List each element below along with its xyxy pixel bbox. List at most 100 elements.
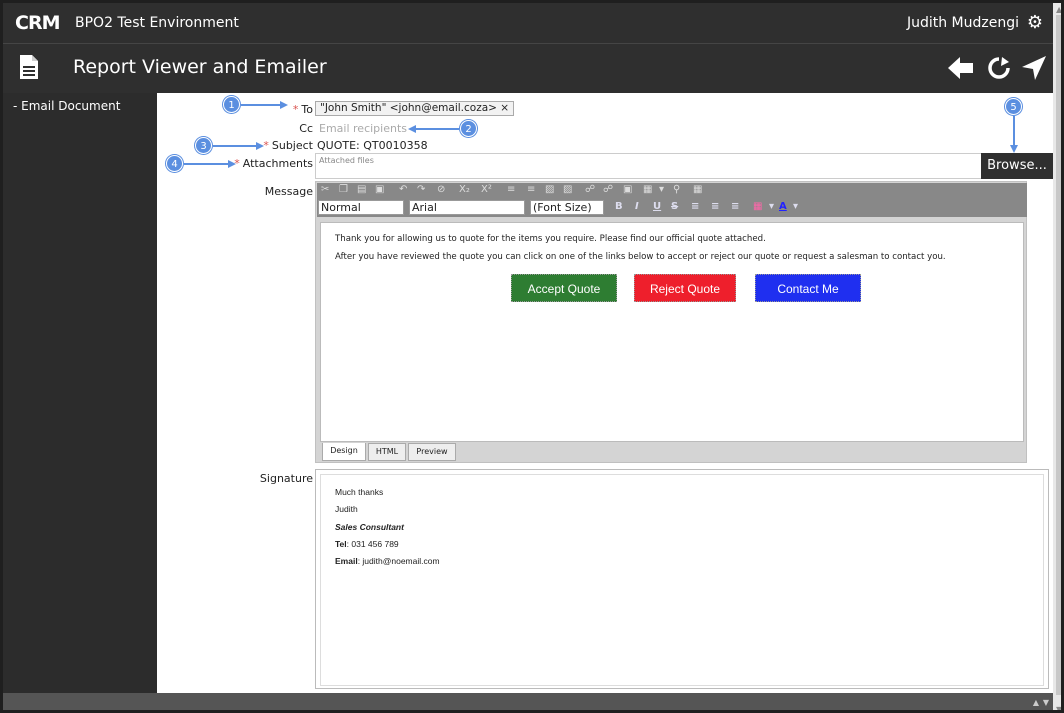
callout-arrowhead xyxy=(256,142,264,150)
bullet-list-icon[interactable]: ≡ xyxy=(527,184,535,195)
signature-label: Signature xyxy=(259,472,313,485)
tab-preview[interactable]: Preview xyxy=(408,443,456,461)
font-size-select[interactable]: (Font Size) xyxy=(530,200,604,215)
editor-toolbar-row2: Normal Arial (Font Size) B I U S ≡ ≡ ≡ ▦… xyxy=(317,199,1027,217)
align-center-icon[interactable]: ≡ xyxy=(711,201,719,212)
message-editor: ✂ ❐ ▤ ▣ ↶ ↷ ⊘ X₂ X² ≡ ≡ ▨ ▨ ☍ ☍ ▣ ▦ ▾ ⚲ … xyxy=(315,181,1027,463)
required-marker: * xyxy=(292,103,299,116)
scroll-down-icon[interactable]: ▼ xyxy=(1043,698,1049,707)
send-icon[interactable] xyxy=(1021,55,1047,81)
cc-label: Cc xyxy=(299,122,313,135)
subscript-icon[interactable]: X₂ xyxy=(459,184,470,195)
crm-logo: CRM xyxy=(15,12,60,34)
link-icon[interactable]: ☍ xyxy=(585,184,595,195)
callout-arrow xyxy=(1013,116,1015,146)
scroll-up-icon[interactable]: ▲ xyxy=(1033,698,1039,707)
tab-design[interactable]: Design xyxy=(322,443,366,461)
signature-line: Much thanks xyxy=(335,487,384,497)
chevron-down-icon[interactable]: ▾ xyxy=(769,201,774,212)
signature-email: Email: judith@noemail.com xyxy=(335,556,440,566)
to-label-text: To xyxy=(301,103,313,116)
signature-editor[interactable]: Much thanks Judith Sales Consultant Tel:… xyxy=(315,469,1049,689)
signature-email-label: Email xyxy=(335,556,358,566)
callout-3: 3 xyxy=(195,137,212,154)
top-bar: CRM BPO2 Test Environment Judith Mudzeng… xyxy=(3,3,1053,43)
highlight-color-icon[interactable]: ▦ xyxy=(753,201,762,212)
scrollbar-thumb[interactable] xyxy=(1056,15,1061,695)
indent-icon[interactable]: ▨ xyxy=(563,184,572,195)
accept-quote-button[interactable]: Accept Quote xyxy=(511,274,617,302)
align-right-icon[interactable]: ≡ xyxy=(731,201,739,212)
image-icon[interactable]: ▣ xyxy=(623,184,632,195)
signature-body: Much thanks Judith Sales Consultant Tel:… xyxy=(320,474,1044,686)
browse-button[interactable]: Browse... xyxy=(981,153,1053,179)
arrow-left-icon[interactable] xyxy=(948,56,974,80)
user-name[interactable]: Judith Mudzengi xyxy=(907,15,1019,31)
message-line: Thank you for allowing us to quote for t… xyxy=(335,234,766,244)
callout-arrowhead xyxy=(280,101,288,109)
underline-icon[interactable]: U xyxy=(653,201,661,212)
callout-arrowhead xyxy=(408,125,416,133)
signature-line: Judith xyxy=(335,504,358,514)
special-char-icon[interactable]: ▦ xyxy=(693,184,702,195)
vertical-scrollbar[interactable]: ▲ ▼ xyxy=(1053,3,1061,710)
redo-icon[interactable]: ↷ xyxy=(417,184,425,195)
refresh-icon[interactable] xyxy=(987,56,1011,80)
italic-icon[interactable]: I xyxy=(635,201,639,212)
callout-arrow xyxy=(184,163,229,165)
copy-icon[interactable]: ❐ xyxy=(339,184,348,195)
bold-icon[interactable]: B xyxy=(615,201,623,212)
font-color-icon[interactable]: A xyxy=(779,201,787,212)
scroll-up-icon[interactable]: ▲ xyxy=(1056,5,1061,14)
subject-input[interactable]: QUOTE: QT0010358 xyxy=(317,139,428,152)
message-body[interactable]: Thank you for allowing us to quote for t… xyxy=(320,222,1024,442)
paste-text-icon[interactable]: ▣ xyxy=(375,184,384,195)
callout-5: 5 xyxy=(1005,98,1022,115)
page-title: Report Viewer and Emailer xyxy=(73,56,327,78)
required-marker: * xyxy=(263,139,269,152)
find-icon[interactable]: ⚲ xyxy=(673,184,680,195)
strikethrough-icon[interactable]: S xyxy=(671,201,678,212)
cut-icon[interactable]: ✂ xyxy=(321,184,329,195)
signature-tel-value: : 031 456 789 xyxy=(346,539,399,549)
numbered-list-icon[interactable]: ≡ xyxy=(507,184,515,195)
gear-icon[interactable]: ⚙ xyxy=(1027,12,1043,33)
callout-arrow xyxy=(241,104,281,106)
superscript-icon[interactable]: X² xyxy=(481,184,492,195)
remove-format-icon[interactable]: ⊘ xyxy=(437,184,445,195)
undo-icon[interactable]: ↶ xyxy=(399,184,407,195)
bottom-scrollbar[interactable]: ▲ ▼ xyxy=(3,693,1053,710)
message-line: After you have reviewed the quote you ca… xyxy=(335,252,946,262)
app-frame: CRM BPO2 Test Environment Judith Mudzeng… xyxy=(0,0,1064,713)
outdent-icon[interactable]: ▨ xyxy=(545,184,554,195)
callout-arrowhead xyxy=(1010,145,1018,153)
scroll-down-icon[interactable]: ▼ xyxy=(1056,705,1061,710)
callout-1: 1 xyxy=(223,96,240,113)
format-select[interactable]: Normal xyxy=(318,200,404,215)
reject-quote-button[interactable]: Reject Quote xyxy=(634,274,736,302)
to-recipient-tag[interactable]: "John Smith" <john@email.coza> × xyxy=(315,101,515,116)
font-select[interactable]: Arial xyxy=(409,200,525,215)
signature-tel: Tel: 031 456 789 xyxy=(335,539,399,549)
attachments-label-text: Attachments xyxy=(242,157,313,170)
contact-me-button[interactable]: Contact Me xyxy=(755,274,861,302)
align-left-icon[interactable]: ≡ xyxy=(691,201,699,212)
unlink-icon[interactable]: ☍ xyxy=(603,184,613,195)
chevron-down-icon[interactable]: ▾ xyxy=(793,201,798,212)
subject-label-text: Subject xyxy=(271,139,313,152)
sidebar-item-email-document[interactable]: - Email Document xyxy=(13,99,120,113)
chevron-down-icon[interactable]: ▾ xyxy=(659,184,664,195)
callout-4: 4 xyxy=(166,155,183,172)
callout-arrow xyxy=(415,128,459,130)
attachments-placeholder: Attached files xyxy=(319,156,374,165)
signature-email-value: : judith@noemail.com xyxy=(357,556,440,566)
page-header: Report Viewer and Emailer xyxy=(3,43,1053,93)
sidebar: - Email Document xyxy=(3,93,157,693)
cc-input[interactable]: Email recipients xyxy=(319,122,407,135)
attachments-field[interactable]: Attached files xyxy=(315,153,983,179)
callout-2: 2 xyxy=(460,120,477,137)
table-icon[interactable]: ▦ xyxy=(643,184,652,195)
signature-tel-label: Tel xyxy=(335,539,347,549)
paste-icon[interactable]: ▤ xyxy=(357,184,366,195)
tab-html[interactable]: HTML xyxy=(368,443,406,461)
